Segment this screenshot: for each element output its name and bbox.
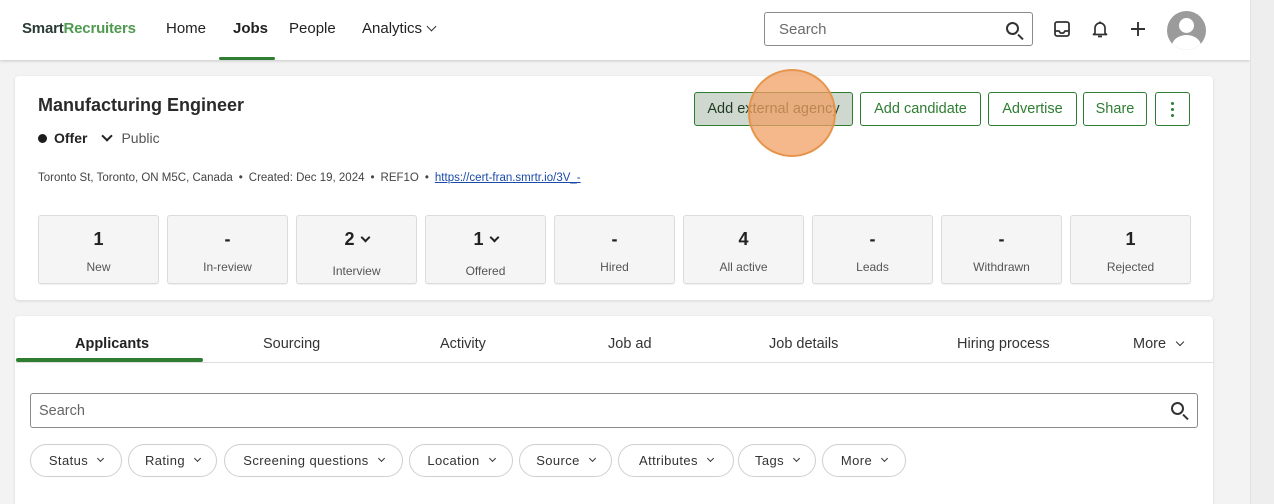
window-edge: [1250, 0, 1274, 504]
tab-activity[interactable]: Activity: [440, 336, 486, 352]
nav-item-people[interactable]: People: [289, 20, 336, 37]
search-icon[interactable]: [1171, 402, 1184, 415]
stat-withdrawn[interactable]: - Withdrawn: [941, 215, 1062, 284]
filter-rating[interactable]: Rating: [128, 444, 217, 477]
job-meta: Toronto St, Toronto, ON M5C, Canada • Crea…: [38, 172, 581, 184]
applicant-search-input[interactable]: [39, 403, 1139, 419]
more-actions-button[interactable]: [1155, 92, 1190, 126]
chevron-down-icon: [426, 21, 437, 32]
tab-divider: [16, 362, 1213, 363]
tab-job-details[interactable]: Job details: [769, 336, 838, 352]
inbox-icon[interactable]: [1051, 18, 1073, 40]
plus-icon[interactable]: [1127, 18, 1149, 40]
applicants-panel: Applicants Sourcing Activity Job ad Job …: [15, 316, 1213, 504]
chevron-down-icon: [489, 232, 499, 243]
chevron-down-icon: [1175, 337, 1185, 347]
filter-source[interactable]: Source: [519, 444, 612, 477]
chevron-down-icon: [97, 454, 105, 463]
filter-status[interactable]: Status: [30, 444, 122, 477]
page: SmartRecruiters Home Jobs People Analyti…: [0, 0, 1250, 504]
stat-in-review[interactable]: - In-review: [167, 215, 288, 284]
nav-item-jobs[interactable]: Jobs: [233, 20, 268, 37]
nav-active-indicator: [219, 57, 275, 60]
chevron-down-icon: [881, 454, 889, 463]
add-candidate-button[interactable]: Add candidate: [860, 92, 981, 126]
nav-item-analytics-label: Analytics: [362, 20, 423, 37]
nav-item-analytics[interactable]: Analytics: [362, 20, 437, 37]
filter-location[interactable]: Location: [409, 444, 513, 477]
chevron-down-icon: [588, 454, 596, 463]
chevron-down-icon: [377, 454, 385, 463]
global-search-input[interactable]: [779, 21, 999, 38]
avatar[interactable]: [1167, 11, 1206, 50]
job-visibility[interactable]: Public: [121, 130, 159, 146]
chevron-down-icon: [193, 454, 202, 463]
nav-item-home[interactable]: Home: [166, 20, 206, 37]
share-button[interactable]: Share: [1083, 92, 1147, 126]
smartrecruiters-logo[interactable]: SmartRecruiters: [22, 20, 136, 37]
tab-job-ad[interactable]: Job ad: [608, 336, 652, 352]
search-icon[interactable]: [1006, 22, 1019, 35]
filter-more[interactable]: More: [822, 444, 906, 477]
bell-icon[interactable]: [1089, 18, 1111, 40]
add-external-agency-button[interactable]: Add external agency: [694, 92, 853, 126]
job-created-date: Created: Dec 19, 2024: [248, 172, 365, 184]
job-public-link[interactable]: https://cert-fran.smrtr.io/3V_-: [435, 172, 581, 184]
applicant-search[interactable]: [30, 393, 1198, 428]
tab-sourcing[interactable]: Sourcing: [263, 336, 320, 352]
job-title: Manufacturing Engineer: [38, 95, 245, 115]
job-location: Toronto St, Toronto, ON M5C, Canada: [38, 172, 233, 184]
job-ref: REF1O: [380, 172, 419, 184]
status-dot-icon: [38, 133, 47, 143]
stat-offered[interactable]: 1 Offered: [425, 215, 546, 284]
stat-new[interactable]: 1 New: [38, 215, 159, 284]
tab-applicants[interactable]: Applicants: [75, 336, 149, 352]
stat-hired[interactable]: - Hired: [554, 215, 675, 284]
chevron-down-icon: [706, 454, 714, 463]
top-navigation-bar: SmartRecruiters Home Jobs People Analyti…: [0, 0, 1250, 60]
tab-hiring-process[interactable]: Hiring process: [957, 336, 1050, 352]
job-header-card: Manufacturing Engineer Offer Public Toro…: [15, 76, 1213, 300]
stat-interview[interactable]: 2 Interview: [296, 215, 417, 284]
stat-all-active[interactable]: 4 All active: [683, 215, 804, 284]
kebab-menu-icon: [1171, 101, 1174, 105]
tab-more-label: More: [1133, 336, 1167, 352]
job-status-row: Offer Public: [38, 130, 160, 146]
stat-leads[interactable]: - Leads: [812, 215, 933, 284]
chevron-down-icon: [360, 232, 370, 243]
chevron-down-icon[interactable]: [101, 130, 114, 142]
advertise-button[interactable]: Advertise: [988, 92, 1077, 126]
chevron-down-icon: [488, 454, 496, 463]
tab-more[interactable]: More: [1133, 336, 1185, 352]
chevron-down-icon: [792, 454, 801, 463]
tab-active-indicator: [16, 358, 203, 362]
filter-attributes[interactable]: Attributes: [618, 444, 734, 477]
stat-rejected[interactable]: 1 Rejected: [1070, 215, 1191, 284]
global-search[interactable]: [764, 12, 1033, 46]
filter-screening-questions[interactable]: Screening questions: [224, 444, 403, 477]
job-status[interactable]: Offer: [54, 130, 87, 146]
filter-tags[interactable]: Tags: [738, 444, 816, 477]
